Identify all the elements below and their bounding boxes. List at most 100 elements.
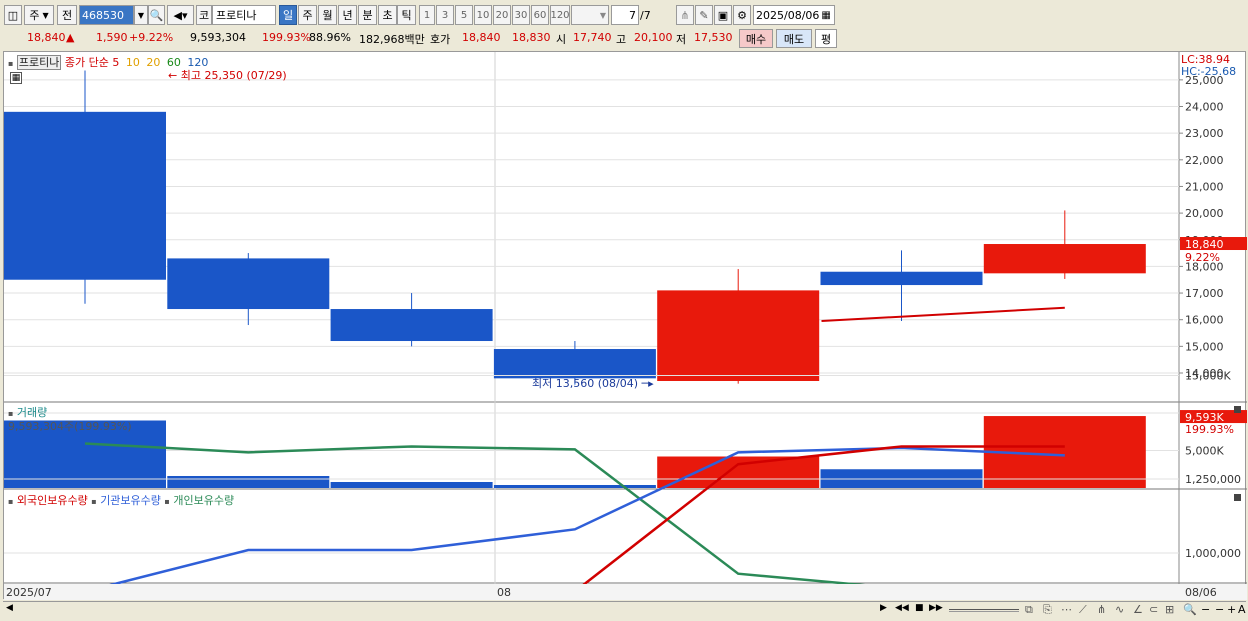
price-tick-label: 17,000 bbox=[1185, 287, 1224, 300]
grid-icon[interactable]: ⊞ bbox=[1165, 603, 1174, 616]
period-week-button[interactable]: 주 bbox=[298, 5, 317, 25]
interval-button[interactable]: 10 bbox=[474, 5, 492, 25]
stock-code-input[interactable]: 468530 bbox=[79, 5, 134, 25]
price-tick-label: 16,000 bbox=[1185, 314, 1224, 327]
interval-button[interactable]: 20 bbox=[493, 5, 511, 25]
stop-icon[interactable]: ■ bbox=[915, 603, 924, 613]
angle-icon[interactable]: ∠ bbox=[1133, 603, 1143, 616]
period-tick-button[interactable]: 틱 bbox=[397, 5, 416, 25]
window-layout-icon[interactable]: ◫ bbox=[4, 5, 22, 25]
chart-area[interactable]: 25,00024,00023,00022,00021,00020,00019,0… bbox=[3, 51, 1247, 600]
date-field[interactable]: 2025/08/06 ▦ bbox=[753, 5, 835, 25]
fast-forward-icon[interactable]: ▶▶ bbox=[929, 603, 943, 613]
market-label: 코 bbox=[196, 5, 212, 25]
zoom-slider[interactable] bbox=[949, 609, 1019, 612]
legend-institution: 기관보유수량 bbox=[100, 494, 161, 507]
page-total: /7 bbox=[640, 8, 651, 22]
interval-button[interactable]: 3 bbox=[436, 5, 454, 25]
legend-ma-10: 10 bbox=[125, 56, 140, 69]
low-price: 17,530 bbox=[694, 31, 733, 44]
prev-button[interactable]: 전 bbox=[57, 5, 77, 25]
interval-button[interactable]: 30 bbox=[512, 5, 530, 25]
period-minute-button[interactable]: 분 bbox=[358, 5, 377, 25]
hc-label: HC:-25.68 bbox=[1181, 65, 1237, 78]
last-volume-pct: 199.93% bbox=[1185, 423, 1234, 436]
toolbar: ◫ 주 ▼ 전 468530 ▼ 🔍 ◀▾ 코 프로티나 일 주 월 년 분 초 … bbox=[0, 4, 1248, 26]
code-dropdown-icon[interactable]: ▼ bbox=[134, 5, 148, 25]
app-window: { "toolbar": { "mode_label": "주", "prev_… bbox=[0, 0, 1248, 621]
current-price: 18,840 bbox=[27, 31, 66, 44]
x-axis-label: 2025/07 bbox=[6, 586, 52, 599]
split-view-icon[interactable]: ⧉ bbox=[1025, 603, 1033, 617]
magnet-icon[interactable]: ⊂ bbox=[1149, 603, 1158, 616]
play-icon[interactable]: ▶ bbox=[880, 603, 887, 613]
chart-svg: 25,00024,00023,00022,00021,00020,00019,0… bbox=[4, 52, 1247, 600]
price-tick-label: 15,000 bbox=[1185, 340, 1224, 353]
volume-tick-label: 15,000K bbox=[1185, 370, 1231, 383]
holders-tick-label: 1,000,000 bbox=[1185, 547, 1241, 560]
copy-icon[interactable]: ⎘ bbox=[1043, 603, 1052, 617]
plus-icon[interactable]: + bbox=[1227, 603, 1236, 616]
bottom-bar: ◀ ▶ ◀◀ ■ ▶▶ ⧉ ⎘ ⋯ ⟋ ⋔ ∿ ∠ ⊂ ⊞ 🔍 − − + A bbox=[3, 601, 1246, 619]
candle-body bbox=[820, 271, 983, 286]
evaluate-button[interactable]: 평 bbox=[815, 29, 837, 48]
legend-retail: 개인보유수량 bbox=[173, 494, 235, 507]
zoom-out-icon[interactable]: − bbox=[1201, 603, 1210, 616]
bid-label: 호가 bbox=[430, 33, 451, 46]
max-price-annotation: ← 최고 25,350 (07/29) bbox=[168, 69, 287, 82]
date-value: 2025/08/06 bbox=[756, 8, 820, 22]
mode-label: 주 bbox=[29, 9, 40, 22]
rotation-rate: 88.96% bbox=[309, 31, 351, 44]
open-label: 시 bbox=[556, 33, 567, 46]
interval-button[interactable]: 5 bbox=[455, 5, 473, 25]
table-icon[interactable]: ▦ bbox=[10, 72, 22, 84]
price-tick-label: 21,000 bbox=[1185, 180, 1224, 193]
holders-legend: ▪ 외국인보유수량 ▪ 기관보유수량 ▪ 개인보유수량 bbox=[8, 494, 235, 507]
trade-amount: 182,968백만 bbox=[359, 33, 425, 46]
buy-button[interactable]: 매수 bbox=[739, 29, 773, 48]
save-icon[interactable]: ▣ bbox=[714, 5, 732, 25]
page-input[interactable]: 7 bbox=[611, 5, 639, 25]
x-axis-label: 08 bbox=[497, 586, 511, 599]
auto-scale-icon[interactable]: A bbox=[1238, 603, 1246, 616]
wave-icon[interactable]: ∿ bbox=[1115, 603, 1124, 616]
period-second-button[interactable]: 초 bbox=[378, 5, 397, 25]
period-month-button[interactable]: 월 bbox=[318, 5, 337, 25]
rewind-icon[interactable]: ◀◀ bbox=[895, 603, 909, 613]
crosshair-icon[interactable]: ⋯ bbox=[1061, 603, 1072, 616]
search-icon[interactable]: 🔍 bbox=[148, 5, 165, 25]
trend-line-icon[interactable]: ⟋ bbox=[1079, 603, 1087, 617]
low-label: 저 bbox=[676, 33, 687, 46]
high-price: 20,100 bbox=[634, 31, 673, 44]
sound-icon[interactable]: ◀▾ bbox=[167, 5, 194, 25]
gear-icon[interactable]: ⚙ bbox=[733, 5, 751, 25]
interval-button[interactable]: 60 bbox=[531, 5, 549, 25]
sell-button[interactable]: 매도 bbox=[776, 29, 812, 48]
panel-close-icon bbox=[1234, 406, 1241, 413]
x-axis-label: 08/06 bbox=[1185, 586, 1217, 599]
period-year-button[interactable]: 년 bbox=[338, 5, 357, 25]
candle-body bbox=[657, 290, 820, 381]
link-icon[interactable]: ⋔ bbox=[676, 5, 694, 25]
calendar-icon[interactable]: ▦ bbox=[821, 10, 830, 21]
foreign-holdings-line bbox=[85, 445, 1065, 593]
fib-icon[interactable]: ⋔ bbox=[1097, 603, 1106, 616]
interval-button[interactable]: 120 bbox=[550, 5, 570, 25]
zoom-icon[interactable]: 🔍 bbox=[1183, 603, 1197, 616]
interval-dropdown[interactable]: ▼ bbox=[571, 5, 609, 25]
legend-foreign: 외국인보유수량 bbox=[16, 494, 88, 507]
price-tick-label: 22,000 bbox=[1185, 154, 1224, 167]
candle-body bbox=[493, 349, 656, 379]
min-price-annotation: 최저 13,560 (08/04) ─▸ bbox=[532, 377, 654, 390]
minus-icon[interactable]: − bbox=[1215, 603, 1224, 616]
volume-tick-label: 5,000K bbox=[1185, 445, 1224, 458]
draw-tool-icon[interactable]: ✎ bbox=[695, 5, 713, 25]
quote-row: 18,840 ▲ 1,590 +9.22% 9,593,304 199.93% … bbox=[0, 28, 1248, 48]
scroll-left-icon[interactable]: ◀ bbox=[6, 603, 13, 613]
period-day-button[interactable]: 일 bbox=[279, 5, 297, 25]
candle-body bbox=[167, 258, 330, 310]
mode-dropdown[interactable]: 주 ▼ bbox=[24, 5, 54, 25]
stock-name-field[interactable]: 프로티나 bbox=[212, 5, 276, 25]
interval-button[interactable]: 1 bbox=[419, 5, 435, 25]
ma5-line bbox=[821, 306, 1065, 323]
